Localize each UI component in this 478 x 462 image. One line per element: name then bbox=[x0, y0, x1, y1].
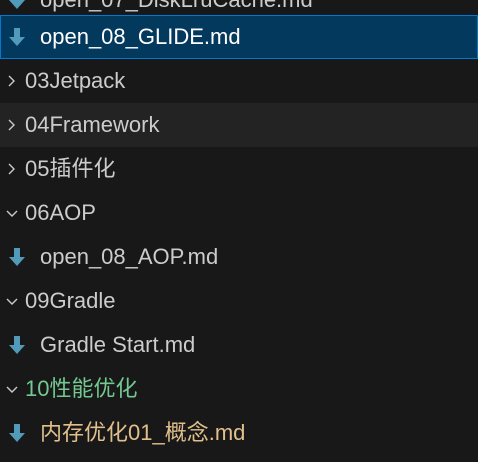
download-arrow-icon bbox=[6, 422, 28, 444]
tree-item-label: 10性能优化 bbox=[25, 376, 138, 401]
tree-item-label: 04Framework bbox=[25, 112, 160, 137]
chevron-down-icon[interactable] bbox=[4, 293, 20, 309]
tree-item-label: Gradle Start.md bbox=[40, 332, 196, 357]
tree-folder-10-performance[interactable]: 10性能优化 bbox=[0, 367, 478, 411]
tree-item-open-08-glide[interactable]: open_08_GLIDE.md bbox=[0, 15, 478, 59]
tree-item-label: 06AOP bbox=[25, 200, 96, 225]
tree-folder-06aop[interactable]: 06AOP bbox=[0, 191, 478, 235]
chevron-right-icon[interactable] bbox=[4, 73, 20, 89]
tree-folder-03jetpack[interactable]: 03Jetpack bbox=[0, 59, 478, 103]
chevron-down-icon[interactable] bbox=[4, 205, 20, 221]
tree-item-label: 05插件化 bbox=[25, 156, 116, 181]
download-arrow-icon bbox=[6, 246, 28, 268]
chevron-right-icon[interactable] bbox=[4, 117, 20, 133]
tree-item-label: open_08_GLIDE.md bbox=[40, 24, 241, 49]
tree-folder-05-plugin[interactable]: 05插件化 bbox=[0, 147, 478, 191]
tree-item-label: 09Gradle bbox=[25, 288, 116, 313]
tree-item-label: 03Jetpack bbox=[25, 68, 126, 93]
tree-item-open-08-aop[interactable]: open_08_AOP.md bbox=[0, 235, 478, 279]
file-explorer-tree: open_07_DiskLruCache.md open_08_GLIDE.md… bbox=[0, 0, 478, 462]
tree-item-memory-opt-01[interactable]: 内存优化01_概念.md bbox=[0, 411, 478, 455]
tree-item-label: 内存优化01_概念.md bbox=[40, 420, 246, 445]
download-arrow-icon bbox=[6, 26, 28, 48]
chevron-right-icon[interactable] bbox=[4, 161, 20, 177]
tree-item-gradle-start[interactable]: Gradle Start.md bbox=[0, 323, 478, 367]
download-arrow-icon bbox=[6, 0, 28, 11]
tree-folder-09gradle[interactable]: 09Gradle bbox=[0, 279, 478, 323]
chevron-down-icon[interactable] bbox=[4, 381, 20, 397]
download-arrow-icon bbox=[6, 334, 28, 356]
tree-folder-04framework[interactable]: 04Framework bbox=[0, 103, 478, 147]
tree-item-label: open_08_AOP.md bbox=[40, 244, 219, 269]
